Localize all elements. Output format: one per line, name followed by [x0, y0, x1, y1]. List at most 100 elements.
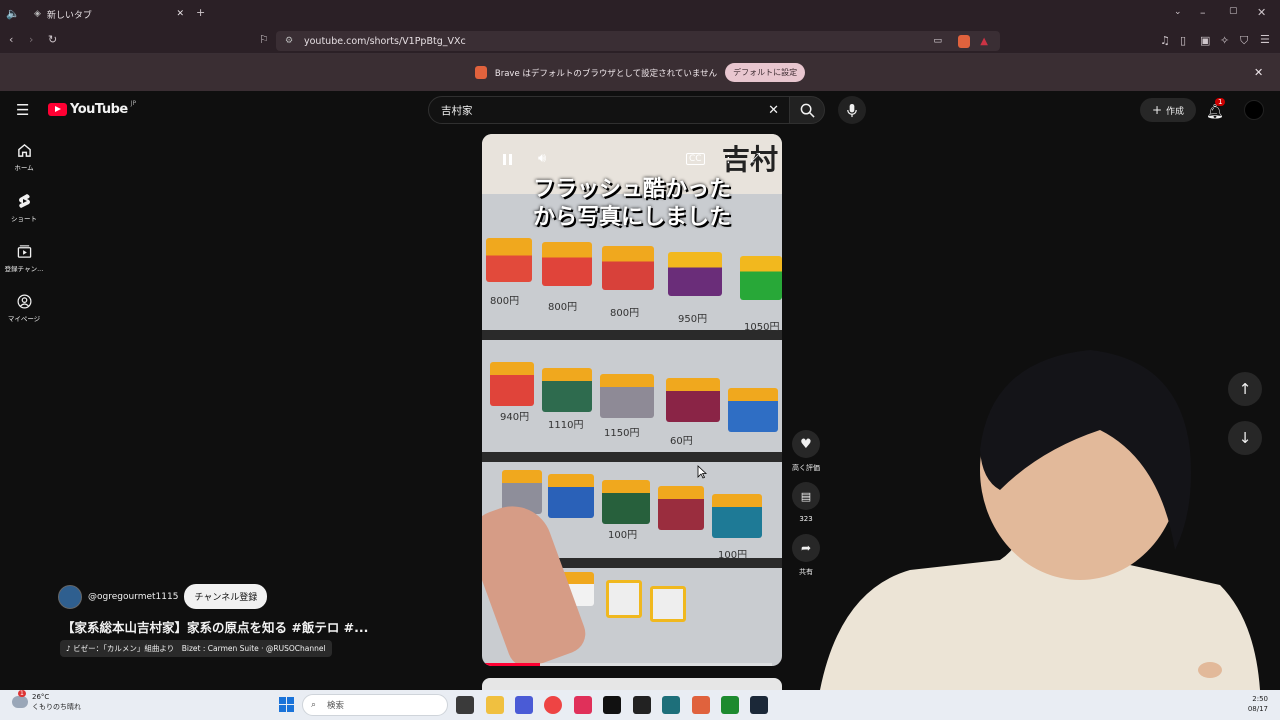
sidebar-item-home[interactable]: ホーム [0, 143, 48, 172]
pause-icon [503, 154, 506, 165]
voice-search-button[interactable] [838, 96, 866, 124]
ticket-button [668, 252, 722, 296]
sidebar-icon[interactable]: ▯ [1180, 34, 1186, 47]
windows-taskbar: 1 26°C くもりのち晴れ ⌕ 検索 2:50 08/17 [0, 690, 1280, 720]
sidebar-item-shorts[interactable]: ショート [0, 193, 48, 223]
caption-line: フラッシュ酷かった [532, 177, 731, 202]
set-default-button[interactable]: デフォルトに設定 [725, 63, 806, 82]
shorts-video-player[interactable]: 吉村 800円 800円 800円 950円 1050円 940円 1110円 … [482, 134, 782, 666]
back-icon[interactable]: ‹ [9, 33, 13, 46]
wallet-icon[interactable]: ▣ [1200, 34, 1210, 47]
system-clock[interactable]: 2:50 08/17 [1236, 694, 1268, 714]
forward-icon[interactable]: › [29, 33, 33, 46]
price-label: 1110円 [548, 420, 584, 431]
close-tab-icon[interactable]: ✕ [176, 9, 184, 19]
steam-icon[interactable] [750, 696, 768, 714]
leo-ai-icon[interactable]: ✧ [1220, 34, 1229, 47]
subscribe-button[interactable]: チャンネル登録 [184, 584, 268, 609]
taskbar-search[interactable]: ⌕ 検索 [302, 694, 448, 716]
price-label: 1050円 [744, 322, 780, 333]
menu-icon[interactable]: ☰ [1260, 33, 1270, 46]
audio-icon[interactable]: 🔈 [6, 7, 20, 20]
site-info-icon[interactable]: ⚙ [285, 36, 293, 46]
machine-shelf [482, 330, 782, 340]
webcam-person [820, 350, 1260, 690]
media-icon[interactable]: ♫ [1160, 34, 1170, 47]
youtube-header: ☰ YouTube JP 吉村家 ✕ + 作成 🔔︎ 1 [0, 91, 1280, 129]
hamburger-menu-icon[interactable]: ☰ [16, 101, 29, 119]
clock-time: 2:50 [1252, 695, 1268, 703]
reload-icon[interactable]: ↻ [48, 33, 57, 46]
brave-icon[interactable] [692, 696, 710, 714]
brave-shield-icon: ◈ [34, 9, 41, 19]
chrome-icon[interactable] [544, 696, 562, 714]
ticket-button [712, 494, 762, 538]
ticket-button [602, 480, 650, 524]
bookmark-icon[interactable]: ⚐ [259, 33, 269, 46]
sidebar-item-profile[interactable]: マイページ [0, 294, 48, 323]
sidebar-item-subscriptions[interactable]: 登録チャン... [0, 244, 48, 273]
infobar-message: Brave はデフォルトのブラウザとして設定されていません [494, 68, 718, 79]
channel-avatar[interactable] [58, 584, 82, 609]
music-credit[interactable]: ♪ ビゼー：「カルメン」組曲より Bizet : Carmen Suite · … [60, 640, 332, 657]
ticket-button [728, 388, 778, 432]
fullscreen-icon[interactable]: ⤢ [750, 151, 760, 166]
next-short-preview[interactable] [482, 678, 782, 690]
new-tab-icon[interactable]: + [196, 6, 205, 19]
minimize-icon[interactable]: – [1200, 6, 1206, 19]
cast-icon[interactable]: ▭ [933, 36, 942, 46]
default-browser-infobar: Brave はデフォルトのブラウザとして設定されていません デフォルトに設定 ✕ [0, 54, 1280, 91]
chevron-down-icon[interactable]: ⌄ [1174, 7, 1182, 17]
app-icon[interactable] [633, 696, 651, 714]
channel-handle[interactable]: @ogregourmet1115 [88, 592, 178, 602]
price-label: 800円 [610, 308, 640, 319]
maximize-icon[interactable]: ▢ [1229, 6, 1238, 16]
volume-icon[interactable]: 🔊︎ [538, 151, 546, 166]
brave-rewards-icon[interactable]: ▲ [980, 36, 988, 47]
search-icon: ⌕ [311, 700, 317, 710]
youtube-logo[interactable]: YouTube JP [48, 100, 137, 117]
url-text: youtube.com/shorts/V1PpBtg_VXc [304, 35, 466, 47]
vpn-icon[interactable]: ⛉ [1240, 34, 1248, 48]
logo-region: JP [130, 100, 137, 107]
ticket-button [666, 378, 720, 422]
progress-bar[interactable] [482, 663, 772, 666]
sidebar-label: マイページ [7, 315, 41, 323]
avatar[interactable] [1244, 100, 1264, 120]
search-input[interactable]: 吉村家 ✕ [428, 96, 790, 124]
youtube-play-icon [48, 103, 67, 116]
taskbar-search-placeholder: 検索 [327, 701, 345, 711]
close-window-icon[interactable]: ✕ [1257, 6, 1266, 19]
captions-icon[interactable]: CC [686, 153, 705, 165]
start-button[interactable] [279, 697, 294, 712]
create-label: 作成 [1166, 106, 1185, 117]
app-icon[interactable] [662, 696, 680, 714]
ticket-button [650, 586, 686, 622]
video-title[interactable]: 【家系総本山吉村家】家系の原点を知る #飯テロ #... [62, 617, 368, 636]
app-icon[interactable] [574, 696, 592, 714]
brave-shields-icon[interactable] [958, 34, 970, 48]
browser-tab[interactable]: ◈ 新しいタブ ✕ [26, 2, 190, 26]
url-field[interactable]: ⚙ youtube.com/shorts/V1PpBtg_VXc ▭ ▲ [276, 31, 1000, 51]
ticket-button [490, 362, 534, 406]
profile-icon [17, 294, 31, 309]
ticket-button [600, 374, 654, 418]
weather-temp: 26°C [32, 693, 50, 701]
create-button[interactable]: + 作成 [1140, 98, 1196, 122]
task-view-icon[interactable] [456, 696, 474, 714]
ticket-button [486, 238, 532, 282]
weather-icon: 1 [12, 690, 28, 708]
tiktok-icon[interactable] [603, 696, 621, 714]
clear-search-icon[interactable]: ✕ [768, 103, 779, 118]
more-options-icon[interactable]: ⋮ [722, 151, 735, 166]
pause-button[interactable] [500, 152, 516, 168]
file-explorer-icon[interactable] [486, 696, 504, 714]
price-label: 800円 [548, 302, 578, 313]
close-infobar-icon[interactable]: ✕ [1254, 66, 1263, 79]
notifications-button[interactable]: 🔔︎ 1 [1206, 98, 1226, 120]
weather-widget[interactable]: 1 26°C くもりのち晴れ [12, 690, 81, 712]
search-button[interactable] [789, 96, 825, 124]
app-icon[interactable] [515, 696, 533, 714]
app-icon[interactable] [721, 696, 739, 714]
ticket-button [740, 256, 782, 300]
